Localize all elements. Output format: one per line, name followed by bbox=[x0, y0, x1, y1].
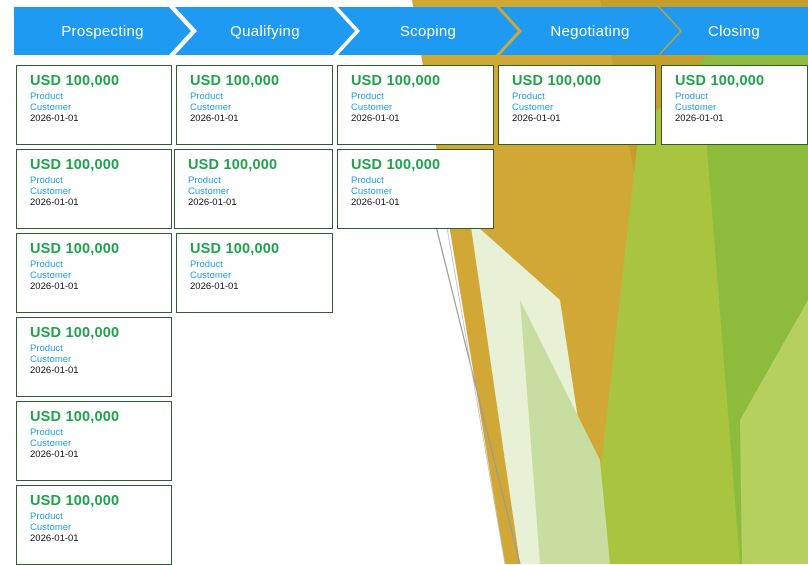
deal-date: 2026-01-01 bbox=[30, 281, 79, 292]
stage-scoping[interactable]: Scoping bbox=[338, 7, 518, 55]
deal-customer: Customer bbox=[188, 186, 230, 197]
deal-product: Product bbox=[30, 343, 63, 354]
deal-amount: USD 100,000 bbox=[30, 157, 120, 173]
deal-date: 2026-01-01 bbox=[675, 113, 724, 124]
deal-product: Product bbox=[188, 175, 221, 186]
stage-prospecting[interactable]: Prospecting bbox=[14, 7, 191, 55]
deal-date: 2026-01-01 bbox=[351, 113, 400, 124]
deal-customer: Customer bbox=[30, 354, 72, 365]
deal-amount: USD 100,000 bbox=[512, 73, 602, 89]
pipeline-stage-bar: Prospecting Qualifying Scoping Negotiati… bbox=[0, 7, 808, 55]
deal-date: 2026-01-01 bbox=[190, 281, 239, 292]
deal-customer: Customer bbox=[675, 102, 717, 113]
deal-customer: Customer bbox=[351, 102, 393, 113]
deal-product: Product bbox=[190, 259, 223, 270]
deal-card[interactable]: USD 100,000 Product Customer 2026-01-01 bbox=[498, 65, 656, 145]
deal-customer: Customer bbox=[30, 522, 72, 533]
deal-amount: USD 100,000 bbox=[30, 409, 120, 425]
deal-card[interactable]: USD 100,000 Product Customer 2026-01-01 bbox=[337, 65, 494, 145]
deal-card[interactable]: USD 100,000 Product Customer 2026-01-01 bbox=[176, 65, 333, 145]
deal-card[interactable]: USD 100,000 Product Customer 2026-01-01 bbox=[174, 149, 333, 229]
deal-product: Product bbox=[190, 91, 223, 102]
stage-qualifying[interactable]: Qualifying bbox=[175, 7, 355, 55]
deal-card[interactable]: USD 100,000 Product Customer 2026-01-01 bbox=[16, 401, 172, 481]
deal-card[interactable]: USD 100,000 Product Customer 2026-01-01 bbox=[16, 149, 172, 229]
deal-card[interactable]: USD 100,000 Product Customer 2026-01-01 bbox=[661, 65, 808, 145]
deal-amount: USD 100,000 bbox=[351, 73, 441, 89]
deal-product: Product bbox=[30, 427, 63, 438]
deal-amount: USD 100,000 bbox=[30, 73, 120, 89]
deal-customer: Customer bbox=[30, 270, 72, 281]
deal-date: 2026-01-01 bbox=[30, 113, 79, 124]
deal-customer: Customer bbox=[30, 438, 72, 449]
deal-card[interactable]: USD 100,000 Product Customer 2026-01-01 bbox=[16, 233, 172, 313]
deal-date: 2026-01-01 bbox=[30, 365, 79, 376]
deal-card[interactable]: USD 100,000 Product Customer 2026-01-01 bbox=[337, 149, 494, 229]
deal-amount: USD 100,000 bbox=[351, 157, 441, 173]
deal-customer: Customer bbox=[351, 186, 393, 197]
deal-customer: Customer bbox=[30, 102, 72, 113]
deal-card[interactable]: USD 100,000 Product Customer 2026-01-01 bbox=[16, 65, 172, 145]
deal-product: Product bbox=[675, 91, 708, 102]
deal-date: 2026-01-01 bbox=[351, 197, 400, 208]
deal-product: Product bbox=[351, 175, 384, 186]
deal-date: 2026-01-01 bbox=[512, 113, 561, 124]
deal-product: Product bbox=[30, 511, 63, 522]
deal-card[interactable]: USD 100,000 Product Customer 2026-01-01 bbox=[176, 233, 333, 313]
deal-product: Product bbox=[512, 91, 545, 102]
stage-closing[interactable]: Closing bbox=[660, 7, 808, 55]
deal-amount: USD 100,000 bbox=[30, 325, 120, 341]
deal-customer: Customer bbox=[190, 102, 232, 113]
deal-date: 2026-01-01 bbox=[30, 533, 79, 544]
deal-amount: USD 100,000 bbox=[30, 241, 120, 257]
deal-amount: USD 100,000 bbox=[188, 157, 278, 173]
deal-amount: USD 100,000 bbox=[190, 241, 280, 257]
deal-date: 2026-01-01 bbox=[30, 449, 79, 460]
deal-amount: USD 100,000 bbox=[30, 493, 120, 509]
deal-amount: USD 100,000 bbox=[675, 73, 765, 89]
deal-product: Product bbox=[351, 91, 384, 102]
deal-card[interactable]: USD 100,000 Product Customer 2026-01-01 bbox=[16, 317, 172, 397]
deal-card[interactable]: USD 100,000 Product Customer 2026-01-01 bbox=[16, 485, 172, 565]
deal-customer: Customer bbox=[190, 270, 232, 281]
deal-date: 2026-01-01 bbox=[30, 197, 79, 208]
deal-amount: USD 100,000 bbox=[190, 73, 280, 89]
deal-customer: Customer bbox=[512, 102, 554, 113]
deal-date: 2026-01-01 bbox=[188, 197, 237, 208]
deal-product: Product bbox=[30, 175, 63, 186]
deal-product: Product bbox=[30, 259, 63, 270]
deal-customer: Customer bbox=[30, 186, 72, 197]
deal-product: Product bbox=[30, 91, 63, 102]
stage-negotiating[interactable]: Negotiating bbox=[500, 7, 680, 55]
deal-date: 2026-01-01 bbox=[190, 113, 239, 124]
